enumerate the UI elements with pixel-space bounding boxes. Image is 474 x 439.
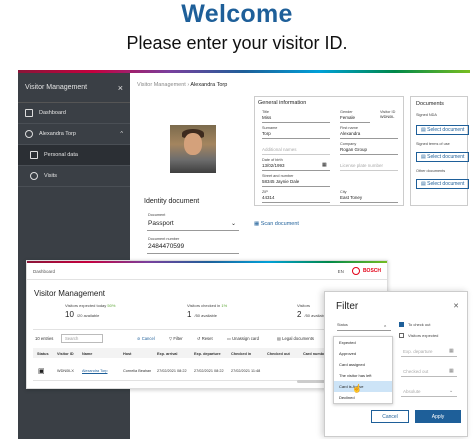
surname-field[interactable]: Torp <box>262 131 271 136</box>
visitor-photo <box>170 125 216 173</box>
calendar-icon[interactable]: ▦ <box>449 348 454 354</box>
option-declined[interactable]: Declined <box>334 392 392 403</box>
general-info-title: General information <box>258 100 307 106</box>
entries-select[interactable]: 10 entries <box>35 336 53 341</box>
absolute-select[interactable]: Absolute <box>403 389 421 394</box>
dashboard-title: Visitor Management <box>34 289 105 298</box>
street-field[interactable]: 58345 Jaynie Dale <box>262 179 299 184</box>
stat-visitors: Visitors 2/50 available <box>297 303 327 319</box>
option-card-active[interactable]: Card is Active <box>334 381 392 392</box>
additional-names-field[interactable]: Additional names <box>262 147 297 152</box>
exp-departure-field[interactable]: Exp. departure <box>403 349 433 354</box>
reset-button[interactable]: ↺ Reset <box>197 336 213 341</box>
language-select[interactable]: EN <box>338 269 344 274</box>
person-icon <box>25 130 33 138</box>
document-select[interactable]: Passport <box>148 220 174 227</box>
chevron-up-icon[interactable]: ⌃ <box>383 325 387 331</box>
option-card-assigned[interactable]: Card assigned <box>334 359 392 370</box>
select-other-button[interactable]: ▤ Select document <box>416 179 470 189</box>
welcome-title: Welcome <box>181 0 293 28</box>
visitor-id-field: WDN0IL <box>380 115 395 119</box>
option-expected[interactable]: Expected <box>334 337 392 348</box>
unassign-card-button[interactable]: ▭ Unassign card <box>227 336 259 341</box>
scan-icon: ▦ <box>254 221 261 227</box>
gender-field[interactable]: Female <box>340 115 355 120</box>
clock-icon <box>30 172 38 180</box>
pointer-cursor-icon: ☝ <box>352 384 362 393</box>
home-icon <box>25 109 33 117</box>
chevron-down-icon: ⌄ <box>231 221 237 227</box>
id-card-icon <box>30 151 38 159</box>
document-number-field[interactable]: 2484470599 <box>148 243 184 250</box>
checked-out-field[interactable]: Checked out <box>403 369 428 374</box>
select-nda-button[interactable]: ▤ Select document <box>416 125 470 135</box>
sidebar-item-visitor[interactable]: Alexandra Torp ^ <box>18 124 130 145</box>
option-visitor-left[interactable]: The visitor has left <box>334 370 392 381</box>
status-dropdown[interactable]: Expected Approved Card assigned The visi… <box>333 336 393 404</box>
visitors-expected-checkbox[interactable] <box>399 333 404 338</box>
close-icon[interactable]: ✕ <box>453 302 459 310</box>
filter-panel: Filter ✕ Status ⌃ Expected Approved Card… <box>324 291 468 437</box>
bosch-logo: BOSCH <box>351 267 381 275</box>
dashboard-crumb[interactable]: Dashboard <box>33 269 55 274</box>
sidebar-item-personal-data[interactable]: Personal data <box>18 145 130 166</box>
visitor-name-link[interactable]: Alexandra Torp <box>82 369 107 373</box>
close-icon[interactable]: × <box>118 83 123 93</box>
identity-title: Identity document <box>144 198 200 205</box>
welcome-subtitle: Please enter your visitor ID. <box>126 33 348 53</box>
filter-button[interactable]: ▽ Filter <box>169 336 183 341</box>
cancel-button[interactable]: Cancel <box>371 410 409 423</box>
stat-expected: Visitors expected today 50% 10/20 availa… <box>65 303 116 319</box>
documents-title: Documents <box>416 101 444 107</box>
sidebar-item-visits[interactable]: Visits <box>18 166 130 187</box>
title-field[interactable]: Miss <box>262 115 271 120</box>
zip-field[interactable]: 44314 <box>262 195 275 200</box>
legal-documents-button[interactable]: ▤ Legal documents <box>277 336 314 341</box>
license-plate-field[interactable]: License plate number <box>340 163 383 168</box>
city-field[interactable]: East Toney <box>340 195 362 200</box>
stat-checked-in: Visitors checked in 1% 1/50 available <box>187 303 228 319</box>
filter-title: Filter <box>336 301 359 312</box>
option-approved[interactable]: Approved <box>334 348 392 359</box>
chevron-down-icon: ⌄ <box>449 388 454 394</box>
search-input[interactable]: Search <box>61 334 103 343</box>
apply-button[interactable]: Apply <box>415 410 461 423</box>
breadcrumb: Visitor Management › Alexandra Torp <box>137 82 228 88</box>
app-title: Visitor Management <box>25 84 88 91</box>
chevron-up-icon: ^ <box>120 131 123 137</box>
scan-document-button[interactable]: ▦ Scan document <box>254 221 299 227</box>
calendar-icon[interactable]: ▦ <box>449 368 454 374</box>
select-terms-button[interactable]: ▤ Select document <box>416 152 470 162</box>
first-name-field[interactable]: Alexandra <box>340 131 360 136</box>
to-check-out-checkbox[interactable] <box>399 322 404 327</box>
status-icon: ▣ <box>38 368 45 375</box>
calendar-icon[interactable]: ▦ <box>322 162 327 168</box>
cancel-visit-button[interactable]: ⊘ Cancel <box>137 336 155 341</box>
sidebar-item-dashboard[interactable]: Dashboard <box>18 103 130 124</box>
date-of-birth-field[interactable]: 13/02/1993 <box>262 163 285 168</box>
company-field[interactable]: Rogan Group <box>340 147 367 152</box>
